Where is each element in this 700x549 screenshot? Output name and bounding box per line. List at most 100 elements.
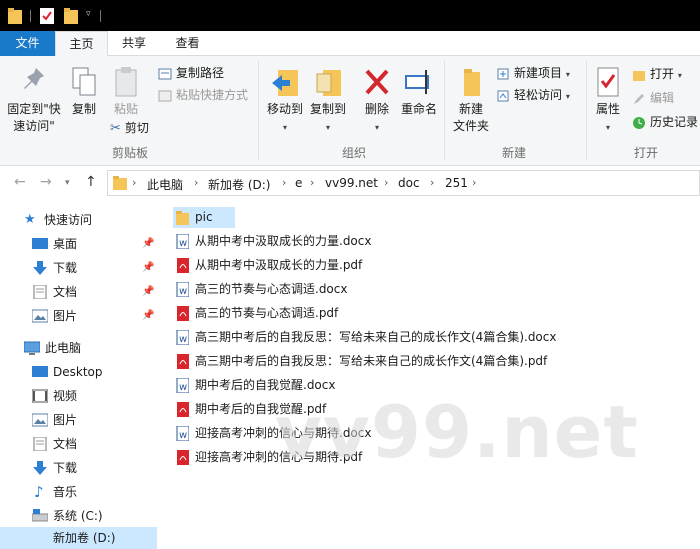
copy-label: 复制 (71, 102, 96, 116)
tab-file[interactable]: 文件 (0, 31, 55, 56)
breadcrumb-chevron-icon[interactable]: › (282, 176, 286, 189)
breadcrumb-this-pc[interactable]: 此电脑 (147, 176, 183, 193)
folder-icon[interactable] (8, 8, 22, 24)
cut-label: 剪切 (124, 121, 149, 135)
title-bar: ▿ (0, 0, 700, 31)
cut-button[interactable]: ✂ 剪切 (110, 120, 149, 137)
back-arrow-icon[interactable]: ← (14, 174, 26, 190)
breadcrumb-chevron-icon[interactable]: › (384, 176, 388, 189)
folder-icon (176, 211, 189, 225)
breadcrumb-chevron-icon[interactable]: › (430, 176, 434, 189)
up-arrow-icon[interactable]: ↑ (85, 174, 97, 190)
tab-view[interactable]: 查看 (160, 31, 215, 56)
paste-label: 粘贴 (113, 102, 138, 116)
nav-pc-desktop-label: Desktop (53, 365, 103, 379)
watermark: vv99.net (275, 390, 639, 474)
delete-dropdown-icon: ▾ (374, 123, 379, 132)
pinned-icon: 📌 (142, 286, 155, 297)
delete-label: 删除 (364, 102, 389, 116)
computer-icon (24, 341, 40, 355)
open-icon (633, 70, 645, 81)
breadcrumb-chevron-icon[interactable]: › (472, 176, 476, 189)
properties-check-icon[interactable] (40, 8, 54, 24)
folder-item[interactable]: pic (173, 207, 235, 228)
download-arrow-icon (33, 261, 47, 275)
properties-button[interactable]: 属性 ▾ (590, 66, 626, 136)
new-item-button[interactable]: 新建项目 ▾ (496, 65, 570, 83)
word-doc-icon: w (176, 330, 189, 345)
move-to-dropdown-icon: ▾ (282, 123, 287, 132)
file-name: 从期中考中汲取成长的力量.pdf (195, 258, 363, 272)
pdf-icon (177, 306, 189, 321)
nav-new-volume-d[interactable]: 新加卷 (D:) (0, 527, 157, 549)
tab-share[interactable]: 共享 (108, 31, 160, 56)
paste-button[interactable]: 粘贴 (108, 66, 144, 118)
nav-documents[interactable]: 文档 📌 (32, 281, 154, 303)
pinned-icon: 📌 (142, 310, 155, 321)
svg-text:w: w (179, 430, 187, 441)
documents-icon (33, 437, 47, 451)
forward-arrow-icon[interactable]: → (40, 174, 52, 190)
pin-label-line2: 速访问" (13, 119, 55, 133)
copy-to-button[interactable]: 复制到 ▾ (307, 66, 349, 136)
move-to-button[interactable]: 移动到 ▾ (264, 66, 306, 136)
nav-downloads-label: 下载 (53, 261, 78, 275)
breadcrumb-chevron-icon[interactable]: › (132, 176, 136, 189)
easy-access-button[interactable]: 轻松访问 ▾ (496, 87, 570, 105)
breadcrumb-e[interactable]: e (295, 176, 302, 190)
nav-pictures[interactable]: 图片 📌 (32, 305, 154, 327)
copy-to-icon (316, 70, 341, 96)
breadcrumb-vv99[interactable]: vv99.net (325, 176, 378, 190)
pdf-icon (177, 450, 189, 465)
file-name: pic (195, 210, 213, 224)
new-item-icon (497, 68, 509, 79)
rename-button[interactable]: 重命名 (398, 66, 440, 118)
ribbon-tabs: 文件 主页 共享 查看 (0, 31, 700, 57)
breadcrumb-drive-d[interactable]: 新加卷 (D:) (208, 176, 270, 193)
documents-icon (33, 285, 47, 299)
new-folder-button[interactable]: 新建 文件夹 (450, 66, 492, 135)
pin-to-quick-access-button[interactable]: 固定到"快 速访问" (4, 66, 64, 135)
new-folder-label-line2: 文件夹 (452, 119, 489, 133)
nav-documents-label: 文档 (53, 285, 78, 299)
customize-toolbar-chevron-icon[interactable]: ▿ (86, 9, 91, 19)
copy-button[interactable]: 复制 (68, 66, 100, 118)
breadcrumb-251[interactable]: 251 (445, 176, 468, 190)
star-icon: ★ (24, 212, 36, 227)
svg-text:w: w (179, 334, 187, 345)
pinned-icon: 📌 (142, 262, 155, 273)
paste-clipboard-icon (115, 67, 137, 97)
breadcrumb-chevron-icon[interactable]: › (310, 176, 314, 189)
word-doc-icon: w (176, 282, 189, 297)
edit-button[interactable]: 编辑 (632, 90, 674, 106)
word-doc-icon: w (176, 234, 189, 249)
edit-icon (634, 93, 644, 104)
pictures-icon (32, 309, 48, 323)
tab-home[interactable]: 主页 (55, 31, 108, 57)
recent-locations-chevron-icon[interactable]: ▾ (65, 178, 70, 188)
new-folder-icon (464, 69, 480, 96)
breadcrumb-chevron-icon[interactable]: › (194, 176, 198, 189)
navigation-pane: ★ 快速访问 桌面 📌 下载 📌 文档 📌 图片 📌 此电脑 Desktop 视… (0, 199, 157, 549)
address-bar[interactable]: › 此电脑 › 新加卷 (D:) › e › vv99.net › doc › … (107, 170, 700, 196)
new-folder-icon[interactable] (64, 8, 78, 24)
ribbon: 固定到"快 速访问" 复制 粘贴 复制路径 粘贴快捷方式 ✂ 剪切 剪贴板 移动到… (0, 56, 700, 166)
breadcrumb-doc[interactable]: doc (398, 176, 420, 190)
svg-text:w: w (179, 238, 187, 249)
pin-icon (24, 68, 44, 89)
nav-desktop[interactable]: 桌面 📌 (32, 233, 154, 255)
open-button[interactable]: 打开 ▾ (632, 66, 682, 84)
delete-x-icon (365, 69, 389, 95)
address-bar-row: ← → ▾ ↑ › 此电脑 › 新加卷 (D:) › e › vv99.net … (0, 166, 700, 199)
paste-shortcut-button[interactable]: 粘贴快捷方式 (158, 87, 248, 103)
nav-downloads[interactable]: 下载 📌 (32, 257, 154, 279)
copy-path-button[interactable]: 复制路径 (158, 65, 224, 81)
copy-path-icon (158, 68, 172, 79)
folder-icon (113, 176, 127, 190)
new-folder-label-line1: 新建 (458, 102, 483, 116)
desktop-icon (32, 238, 48, 249)
rename-label: 重命名 (400, 102, 437, 116)
delete-button[interactable]: 删除 ▾ (358, 66, 396, 136)
history-button[interactable]: 历史记录 (632, 114, 698, 130)
organize-group-label: 组织 (341, 146, 366, 160)
